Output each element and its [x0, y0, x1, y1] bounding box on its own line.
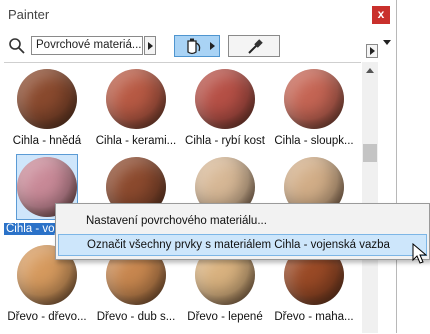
- material-preview-sphere: [195, 69, 255, 129]
- scroll-thumb[interactable]: [363, 144, 377, 162]
- material-grid: Cihla - hnědá Cihla - kerami... Cihla - ry…: [4, 62, 361, 334]
- toolbar: Povrchové materiá...: [0, 32, 396, 60]
- material-label: Dřevo - dub s...: [96, 311, 176, 323]
- title-bar: Painter x: [0, 0, 396, 30]
- scroll-up-icon[interactable]: [366, 68, 374, 73]
- vertical-scrollbar[interactable]: [362, 62, 378, 333]
- material-tile[interactable]: Cihla - sloupk...: [271, 65, 357, 153]
- material-preview-sphere: [17, 69, 77, 129]
- material-label: Dřevo - dřevo...: [7, 311, 87, 323]
- category-next-button[interactable]: [144, 36, 156, 55]
- material-preview-sphere: [106, 69, 166, 129]
- panel-menu-icon[interactable]: [383, 40, 391, 45]
- material-label: Cihla - hnědá: [12, 135, 82, 147]
- painter-window: Painter x Povrchové materiá... Cihla - h…: [0, 0, 397, 333]
- material-tile[interactable]: Cihla - rybí kost: [182, 65, 268, 153]
- material-tile[interactable]: Cihla - kerami...: [93, 65, 179, 153]
- eyedropper-button[interactable]: [228, 35, 280, 57]
- material-label: Dřevo - maha...: [274, 311, 354, 323]
- material-label: Cihla - sloupk...: [274, 135, 354, 147]
- mouse-cursor-icon: [412, 243, 428, 264]
- panel-expand-button[interactable]: [366, 44, 378, 58]
- paint-bucket-button[interactable]: [174, 35, 220, 57]
- material-label: Cihla - kerami...: [95, 135, 177, 147]
- material-preview-sphere: [284, 69, 344, 129]
- search-icon[interactable]: [8, 37, 26, 55]
- eyedropper-icon: [248, 39, 263, 54]
- window-title: Painter: [8, 7, 50, 22]
- material-label: Cihla - rybí kost: [185, 135, 265, 147]
- material-category-select[interactable]: Povrchové materiá...: [31, 36, 143, 55]
- close-button[interactable]: x: [372, 6, 390, 24]
- material-tile[interactable]: Cihla - hnědá: [4, 65, 90, 153]
- context-menu: Nastavení povrchového materiálu... Označ…: [55, 203, 430, 260]
- menu-item-material-settings[interactable]: Nastavení povrchového materiálu...: [58, 210, 427, 232]
- menu-item-select-all-with-material[interactable]: Označit všechny prvky s materiálem Cihla…: [58, 234, 427, 256]
- material-label: Dřevo - lepené: [187, 311, 263, 323]
- paint-bucket-icon: [187, 38, 201, 55]
